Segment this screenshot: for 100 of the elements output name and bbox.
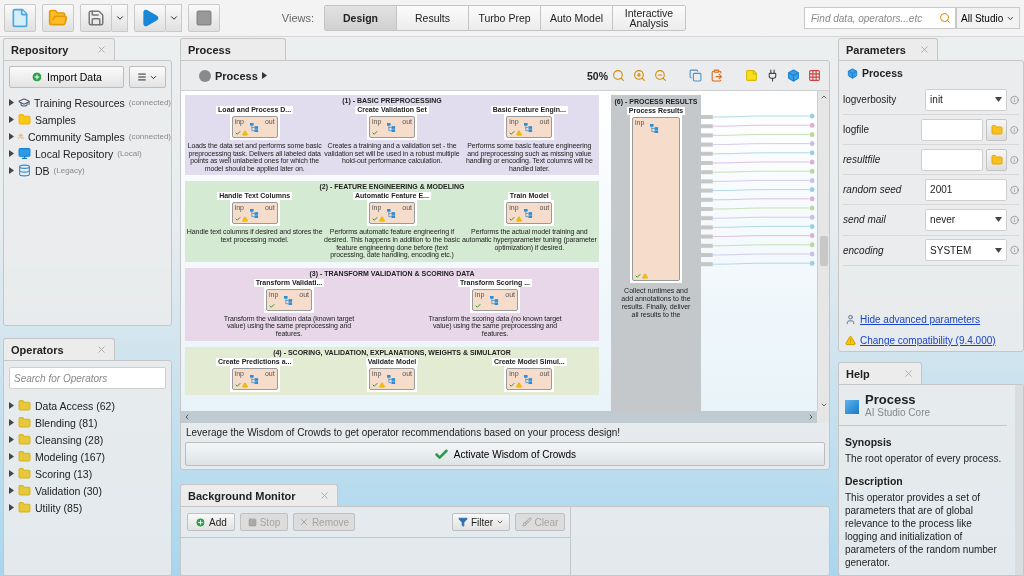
copy-icon[interactable] (689, 69, 702, 82)
info-icon[interactable] (1010, 154, 1019, 165)
scope-dropdown[interactable]: All Studio (956, 7, 1020, 29)
browse-button[interactable] (985, 148, 1008, 171)
operator-category[interactable]: Validation (30) (35, 484, 102, 497)
play-icon (140, 8, 160, 28)
cube-icon[interactable] (787, 69, 800, 82)
operator-search-field[interactable]: Search for Operators (9, 367, 166, 389)
zoom-fit-icon[interactable] (612, 69, 625, 82)
parameter-label: resultfile (843, 154, 882, 166)
close-icon[interactable] (919, 44, 930, 55)
operator-category[interactable]: Data Access (62) (35, 399, 115, 412)
operator-icon (387, 374, 396, 384)
expand-arrow-icon[interactable] (9, 487, 14, 494)
expand-arrow-icon[interactable] (9, 167, 14, 174)
expand-arrow-icon[interactable] (9, 133, 14, 140)
close-icon[interactable] (96, 344, 107, 355)
monitor-button[interactable]: Add (187, 513, 235, 531)
save-menu-button[interactable] (112, 4, 128, 32)
close-icon[interactable] (319, 490, 330, 501)
file-field[interactable] (920, 148, 983, 171)
add-icon (195, 516, 207, 528)
search-field[interactable]: Find data, operators...etc (804, 7, 956, 29)
view-tab[interactable]: Interactive Analysis (613, 6, 685, 30)
expand-arrow-icon[interactable] (9, 99, 14, 106)
help-tab[interactable]: Help (838, 362, 922, 384)
note-icon[interactable] (745, 69, 758, 82)
zoom-in-icon[interactable] (633, 69, 646, 82)
scroll-right-icon[interactable] (807, 413, 815, 421)
monitor-button[interactable]: Filter (452, 513, 510, 531)
view-tab[interactable]: Turbo Prep (469, 6, 541, 30)
run-button[interactable] (134, 4, 166, 32)
info-icon[interactable] (1010, 184, 1019, 195)
operator-category[interactable]: Blending (81) (35, 416, 98, 429)
repository-tab[interactable]: Repository (3, 38, 115, 60)
view-tab[interactable]: Design (325, 6, 397, 30)
open-button[interactable] (42, 4, 74, 32)
parameter-link[interactable]: Hide advanced parameters (860, 314, 981, 326)
info-icon[interactable] (1010, 94, 1019, 105)
operator-category[interactable]: Cleansing (28) (35, 433, 104, 446)
view-tab[interactable]: Auto Model (541, 6, 613, 30)
horizontal-scrollbar[interactable] (181, 411, 817, 423)
new-process-button[interactable] (4, 4, 36, 32)
repository-item[interactable]: DB (35, 164, 50, 177)
graduation-cap-icon (18, 96, 31, 109)
vertical-scrollbar[interactable] (817, 91, 829, 411)
plug-icon[interactable] (766, 69, 779, 82)
repository-item[interactable]: Community Samples (27, 130, 125, 143)
browse-button[interactable] (985, 118, 1008, 141)
parameters-tab[interactable]: Parameters (838, 38, 938, 60)
info-icon[interactable] (1010, 215, 1019, 225)
operators-tab[interactable]: Operators (3, 338, 115, 360)
info-icon[interactable] (1010, 245, 1019, 256)
text-field[interactable]: 2001 (925, 178, 1007, 201)
scroll-up-icon[interactable] (819, 93, 828, 101)
views-label: Views: (281, 12, 314, 24)
menu-button[interactable] (129, 66, 166, 88)
operator-category[interactable]: Scoring (13) (35, 467, 93, 480)
run-menu-button[interactable] (166, 4, 182, 32)
expand-arrow-icon[interactable] (9, 419, 14, 426)
view-tab[interactable]: Results (397, 6, 469, 30)
info-icon[interactable] (1010, 124, 1019, 135)
parameter-link[interactable]: Change compatibility (9.4.000) (860, 335, 996, 347)
repository-item[interactable]: Local Repository (35, 147, 114, 160)
stop-button[interactable] (188, 4, 220, 32)
scroll-thumb[interactable] (819, 236, 828, 266)
save-button[interactable] (80, 4, 112, 32)
select-dropdown[interactable]: init (925, 88, 1007, 111)
breadcrumb[interactable]: Process (215, 69, 258, 82)
expand-arrow-icon[interactable] (9, 150, 14, 157)
expand-arrow-icon[interactable] (9, 436, 14, 443)
background-monitor-tab[interactable]: Background Monitor (180, 484, 338, 506)
check-icon (433, 446, 449, 462)
repository-item[interactable]: Training Resources (34, 96, 125, 109)
scroll-down-icon[interactable] (819, 401, 828, 409)
zoom-out-icon[interactable] (654, 69, 667, 82)
expand-arrow-icon[interactable] (9, 453, 14, 460)
scroll-left-icon[interactable] (183, 413, 191, 421)
folder-icon (18, 450, 31, 463)
close-icon[interactable] (903, 368, 914, 379)
breadcrumb-arrow-icon[interactable] (261, 72, 267, 79)
select-dropdown[interactable]: never (925, 209, 1007, 231)
file-field[interactable] (920, 118, 983, 141)
expand-arrow-icon[interactable] (9, 504, 14, 511)
activate-wisdom-button[interactable]: Activate Wisdom of Crowds (185, 442, 825, 466)
database-icon (18, 164, 31, 177)
expand-arrow-icon[interactable] (9, 116, 14, 123)
expand-arrow-icon[interactable] (9, 402, 14, 409)
import-data-button[interactable]: Import Data (9, 66, 124, 88)
tab-title: Background Monitor (188, 489, 296, 502)
operator-category[interactable]: Modeling (167) (35, 450, 106, 463)
operator-category[interactable]: Utility (85) (35, 501, 83, 514)
close-icon[interactable] (96, 44, 107, 55)
select-dropdown[interactable]: SYSTEM (925, 239, 1007, 262)
expand-arrow-icon[interactable] (9, 470, 14, 477)
grid-icon[interactable] (808, 69, 821, 82)
vertical-scrollbar[interactable] (1015, 385, 1023, 575)
paste-icon[interactable] (710, 69, 723, 82)
process-tab[interactable]: Process (180, 38, 286, 60)
repository-item[interactable]: Samples (35, 113, 76, 126)
